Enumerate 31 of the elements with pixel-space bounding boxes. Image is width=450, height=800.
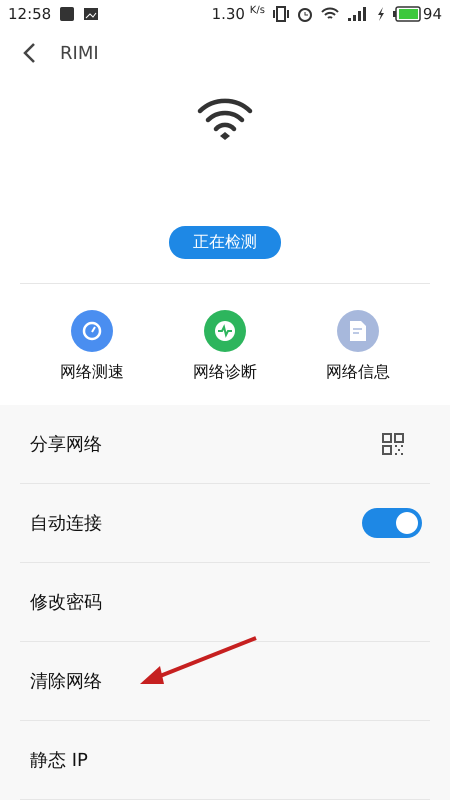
network-name: RIMI — [60, 42, 99, 64]
action-icon-circle[interactable] — [71, 310, 113, 352]
action-label[interactable]: 网络信息 — [326, 362, 390, 383]
vibrate-icon — [272, 6, 289, 22]
back-icon[interactable] — [22, 42, 36, 64]
action-icon-circle[interactable] — [337, 310, 379, 352]
action-label[interactable]: 网络诊断 — [193, 362, 257, 383]
detecting-button[interactable]: 正在检测 — [169, 226, 281, 259]
wifi-icon — [320, 7, 339, 22]
setting-label[interactable]: 清除网络 — [30, 669, 102, 693]
battery-percentage: 94 — [422, 5, 442, 24]
signal-icon — [346, 7, 369, 22]
charging-icon — [376, 7, 385, 22]
notification-icon — [59, 6, 76, 22]
wifi-icon — [197, 96, 253, 142]
setting-label[interactable]: 自动连接 — [30, 511, 102, 535]
action-icon-circle[interactable] — [204, 310, 246, 352]
setting-label[interactable]: 静态 IP — [30, 748, 88, 772]
action-label[interactable]: 网络测速 — [60, 362, 124, 383]
setting-label[interactable]: 分享网络 — [30, 432, 102, 456]
clock: 12:58 — [8, 5, 52, 24]
document-icon — [350, 321, 366, 341]
alarm-icon — [296, 6, 313, 22]
gauge-icon — [82, 321, 102, 341]
network-speed: 1.30 $^{K/s}$ — [212, 5, 265, 24]
battery-icon — [392, 6, 421, 22]
qr-code-icon[interactable] — [382, 433, 404, 455]
image-icon — [83, 7, 100, 22]
toggle-switch[interactable] — [362, 508, 422, 538]
setting-label[interactable]: 修改密码 — [30, 590, 102, 614]
pulse-icon — [214, 320, 236, 342]
